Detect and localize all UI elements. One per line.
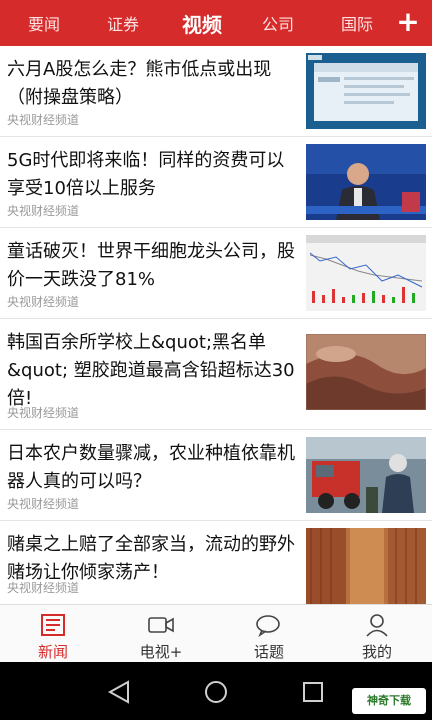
news-title: 童话破灭！世界干细胞龙头公司，股价一天跌没了81% [7,241,295,290]
news-item[interactable]: 韩国百余所学校上&quot;黑名单&quot; 塑胶跑道最高含铅超标达30倍! … [0,319,432,430]
news-title: 韩国百余所学校上&quot;黑名单&quot; 塑胶跑道最高含铅超标达30倍! [7,332,295,409]
tab-yaowen[interactable]: 要闻 [18,11,70,35]
video-camera-icon [147,613,175,637]
news-item[interactable]: 日本农户数量骤减，农业种植依靠机器人真的可以吗？ 央视财经频道 [0,430,432,521]
tab-zhengquan[interactable]: 证券 [97,11,149,35]
top-tab-bar: 要闻 证券 视频 公司 国际 + [0,0,432,46]
news-source: 央视财经频道 [7,204,80,218]
news-thumbnail [306,235,426,311]
news-source: 央视财经频道 [7,406,80,420]
tab-guoji[interactable]: 国际 [331,11,383,35]
news-item[interactable]: 童话破灭！世界干细胞龙头公司，股价一天跌没了81% 央视财经频道 [0,228,432,319]
news-source: 央视财经频道 [7,113,80,127]
news-thumbnail [306,334,426,410]
watermark-logo: 神奇下载 [352,688,426,714]
newspaper-icon [39,613,67,637]
bottom-nav-label: 新闻 [37,643,68,661]
bottom-nav-label: 我的 [361,643,392,661]
news-title: 5G时代即将来临！同样的资费可以享受10倍以上服务 [7,150,285,199]
news-source: 央视财经频道 [7,295,80,309]
bottom-nav-tv[interactable]: 电视+ [121,605,201,663]
person-icon [363,613,391,637]
bottom-nav-mine[interactable]: 我的 [337,605,417,663]
news-feed[interactable]: 六月A股怎么走？熊市低点或出现（附操盘策略） 央视财经频道 5G时代即将来临！同… [0,46,432,604]
back-icon[interactable] [107,680,129,704]
news-source: 央视财经频道 [7,497,80,511]
chat-bubbles-icon [255,613,283,638]
bottom-nav-label: 电视+ [139,643,183,661]
news-thumbnail [306,437,426,513]
news-thumbnail [306,53,426,129]
tab-shipin[interactable]: 视频 [170,9,234,38]
news-source: 央视财经频道 [7,581,80,595]
news-item[interactable]: 六月A股怎么走？熊市低点或出现（附操盘策略） 央视财经频道 [0,46,432,137]
bottom-nav-news[interactable]: 新闻 [13,605,93,663]
bottom-nav-label: 话题 [253,643,284,661]
plus-icon[interactable]: + [392,6,424,38]
system-nav-bar: 神奇下载 [0,662,432,720]
home-icon[interactable] [205,681,227,703]
news-thumbnail [306,144,426,220]
news-thumbnail [306,528,426,604]
bottom-nav-topics[interactable]: 话题 [229,605,309,663]
news-item[interactable]: 赌桌之上赔了全部家当，流动的野外赌场让你倾家荡产！ 央视财经频道 [0,521,432,604]
recents-icon[interactable] [303,682,323,702]
news-title: 六月A股怎么走？熊市低点或出现（附操盘策略） [7,59,272,108]
news-title: 日本农户数量骤减，农业种植依靠机器人真的可以吗？ [7,443,295,492]
tab-gongsi[interactable]: 公司 [252,11,304,35]
bottom-nav-bar: 新闻 电视+ 话题 我的 [0,604,432,662]
news-item[interactable]: 5G时代即将来临！同样的资费可以享受10倍以上服务 央视财经频道 [0,137,432,228]
